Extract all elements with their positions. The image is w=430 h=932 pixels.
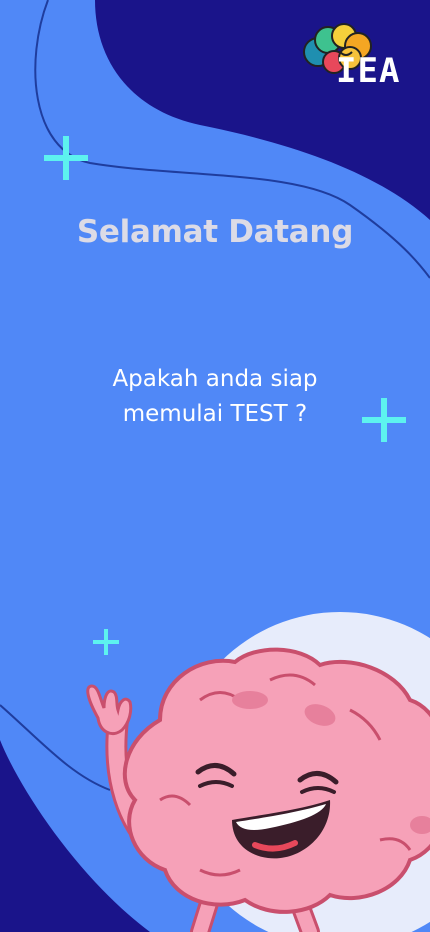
question-line-1: Apakah anda siap xyxy=(112,366,318,392)
waving-brain-mascot-icon xyxy=(86,612,430,932)
logo-text: IEA xyxy=(336,51,401,91)
welcome-title: Selamat Datang xyxy=(76,214,354,250)
question-line-2: memulai TEST ? xyxy=(122,401,308,427)
app-logo: IEA xyxy=(300,22,404,94)
start-test-question: Apakah anda siap memulai TEST ? xyxy=(0,362,430,432)
plus-sparkle-icon xyxy=(44,136,88,180)
